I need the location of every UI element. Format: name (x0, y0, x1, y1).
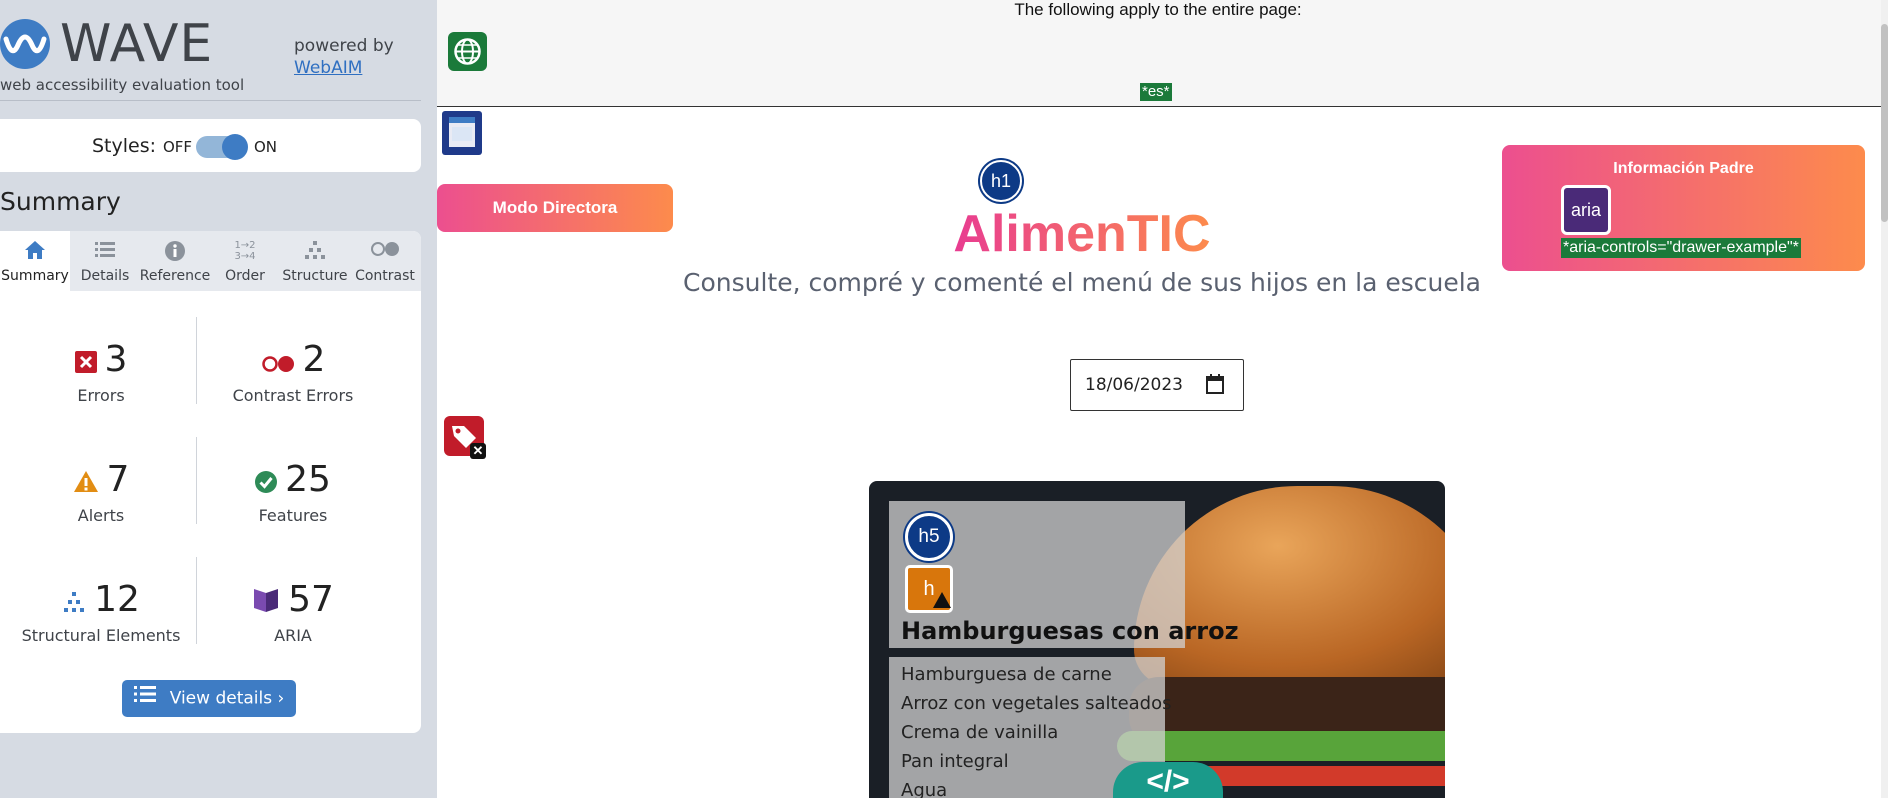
site-tagline: Consulte, compré y comenté el menú de su… (682, 268, 1481, 297)
stat-value: 7 (106, 459, 130, 500)
page-level-banner: The following apply to the entire page: … (437, 0, 1888, 107)
aria-controls-tag: *aria-controls="drawer-example"* (1561, 238, 1801, 258)
styles-off-label: OFF (163, 138, 193, 156)
menu-item: Hamburguesa de carne (901, 664, 1112, 685)
stat-errors[interactable]: 3 Errors (6, 339, 196, 405)
divider (196, 317, 197, 404)
aria-icon[interactable]: aria (1561, 185, 1611, 235)
menu-item: Pan integral (901, 751, 1009, 772)
stat-alerts[interactable]: 7 Alerts (6, 459, 196, 525)
tab-label: Details (80, 268, 130, 284)
menu-item: Arroz con vegetales salteados (901, 693, 1172, 714)
structure-icon (280, 240, 350, 262)
styles-label: Styles: (92, 135, 157, 157)
warning-icon (933, 592, 951, 608)
tab-label: Structure (282, 268, 348, 284)
divider (196, 437, 197, 524)
list-icon (70, 240, 140, 262)
stat-value: 2 (302, 339, 326, 380)
informacion-padre-label: Información Padre (1613, 160, 1754, 177)
summary-panel: Summary Details Reference 1→23→4 Order (0, 231, 421, 733)
wave-logo-text: WAVE (60, 14, 214, 74)
divider (196, 557, 197, 644)
alert-icon (73, 461, 99, 502)
styles-toggle-panel: Styles: OFF ON (0, 119, 421, 172)
stat-features[interactable]: 25 Features (198, 459, 388, 525)
stat-value: 12 (94, 579, 140, 620)
evaluated-page: The following apply to the entire page: … (437, 0, 1888, 798)
menu-card: h5 h Hamburguesas con arroz Hamburguesa … (869, 481, 1445, 798)
aria-icon (252, 581, 280, 622)
page-banner-text: The following apply to the entire page: (1014, 0, 1302, 19)
tab-structure[interactable]: Structure (280, 231, 350, 291)
tab-label: Contrast (355, 268, 415, 284)
home-icon (0, 240, 70, 262)
stat-label: Contrast Errors (232, 385, 354, 405)
code-icon[interactable]: </> (1113, 762, 1223, 798)
info-icon (140, 240, 210, 262)
powered-by-label: powered by (294, 36, 394, 56)
error-x-icon: ✕ (470, 443, 486, 459)
styles-on-label: ON (254, 138, 278, 156)
tab-label: Order (225, 268, 265, 284)
tab-label: Summary (1, 268, 69, 284)
document-icon[interactable] (442, 111, 482, 155)
panel-tabs: Summary Details Reference 1→23→4 Order (0, 231, 421, 291)
stat-contrast-errors[interactable]: 2 Contrast Errors (198, 339, 388, 405)
stat-structural[interactable]: 12 Structural Elements (6, 579, 196, 645)
tab-contrast[interactable]: Contrast (350, 231, 420, 291)
view-details-label: View details › (169, 688, 285, 709)
toggle-knob (222, 134, 248, 160)
webaim-link[interactable]: WebAIM (294, 58, 362, 78)
stat-label: Errors (77, 385, 125, 405)
stat-label: ARIA (274, 625, 312, 645)
tab-order[interactable]: 1→2 3→4 Order (210, 231, 280, 291)
date-value: 18/06/2023 (1085, 375, 1183, 395)
contrast-error-icon (261, 341, 295, 382)
stat-label: Features (258, 505, 328, 525)
globe-icon[interactable] (448, 32, 487, 71)
site-title-text: AlimenTIC (953, 205, 1211, 263)
scrollbar-thumb[interactable] (1881, 24, 1888, 222)
tab-label: Reference (139, 268, 211, 284)
h1-heading-icon[interactable]: h1 (980, 160, 1022, 202)
stat-value: 57 (288, 579, 334, 620)
tab-details[interactable]: Details (70, 231, 140, 291)
lang-attribute-tag: *es* (1140, 83, 1172, 101)
wave-logo[interactable]: WAVE web accessibility evaluation tool (0, 14, 244, 94)
scrollbar[interactable] (1881, 0, 1888, 798)
stat-value: 3 (104, 339, 128, 380)
stat-value: 25 (285, 459, 331, 500)
h5-heading-icon[interactable]: h5 (905, 513, 953, 561)
calendar-icon[interactable] (1206, 374, 1224, 394)
feature-icon (255, 461, 278, 502)
card-title: Hamburguesas con arroz (901, 617, 1239, 645)
wave-sidebar: WAVE web accessibility evaluation tool p… (0, 0, 437, 798)
order-icon: 1→2 3→4 (234, 240, 256, 262)
stat-label: Structural Elements (21, 625, 181, 645)
error-icon (74, 341, 97, 382)
wave-subtitle: web accessibility evaluation tool (0, 76, 245, 94)
divider (0, 100, 421, 101)
structure-icon (62, 581, 86, 622)
view-details-button[interactable]: View details › (122, 680, 296, 717)
styles-toggle[interactable] (196, 134, 248, 160)
menu-item: Agua (901, 780, 948, 798)
informacion-padre-button[interactable]: Información Padre aria *aria-controls="d… (1502, 145, 1865, 271)
stat-aria[interactable]: 57 ARIA (198, 579, 388, 645)
burger-lettuce (1117, 731, 1445, 761)
date-input[interactable]: 18/06/2023 (1070, 359, 1244, 411)
summary-heading: Summary (0, 187, 121, 216)
tab-reference[interactable]: Reference (140, 231, 210, 291)
tab-summary[interactable]: Summary (0, 231, 70, 291)
contrast-icon (350, 240, 420, 262)
list-icon (133, 680, 156, 717)
menu-item: Crema de vainilla (901, 722, 1059, 743)
stat-label: Alerts (77, 505, 125, 525)
wave-logo-icon (0, 19, 50, 69)
